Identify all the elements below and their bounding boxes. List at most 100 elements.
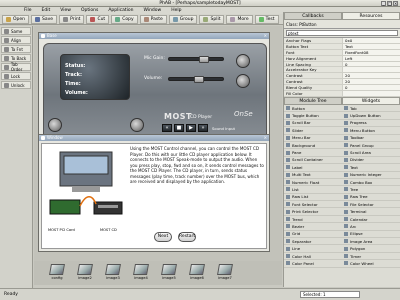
volume-slider[interactable] bbox=[168, 76, 224, 83]
widget-item[interactable]: Bezier bbox=[284, 223, 342, 231]
widget-item[interactable]: Numeric Float bbox=[284, 179, 342, 187]
widget-item[interactable]: Menu Bar bbox=[284, 135, 342, 142]
more-button[interactable]: More bbox=[226, 15, 253, 24]
print-button[interactable]: Print bbox=[59, 15, 85, 24]
menu-help[interactable]: Help bbox=[171, 7, 181, 14]
widget-item[interactable]: Label bbox=[284, 164, 342, 172]
property-value[interactable]: Left bbox=[342, 55, 400, 61]
menu-application[interactable]: Application bbox=[108, 7, 133, 14]
group-button[interactable]: Group bbox=[168, 15, 198, 24]
tab-callbacks[interactable]: Callbacks bbox=[284, 12, 342, 20]
widget-item[interactable]: Text bbox=[342, 164, 400, 172]
open-button[interactable]: Open bbox=[2, 15, 30, 24]
widget-item[interactable]: Raw Tree bbox=[342, 194, 400, 202]
tab-resources[interactable]: Resources bbox=[342, 12, 400, 20]
palette-tab-order[interactable]: Tab Order bbox=[1, 62, 31, 72]
info-close-icon[interactable]: × bbox=[264, 135, 267, 141]
next-button[interactable]: Next bbox=[154, 232, 172, 242]
widget-item[interactable]: Ellipse bbox=[342, 231, 400, 239]
forward-button[interactable]: » bbox=[198, 124, 208, 132]
widget-item[interactable]: Toolbar bbox=[342, 135, 400, 142]
widget-item[interactable]: Terminal bbox=[342, 208, 400, 216]
rewind-button[interactable]: « bbox=[162, 124, 172, 132]
volume-thumb[interactable] bbox=[193, 76, 204, 83]
widget-item[interactable]: File Selector bbox=[342, 201, 400, 209]
close-icon[interactable]: × bbox=[393, 1, 398, 6]
palette-to-back[interactable]: To Back bbox=[1, 54, 31, 62]
widget-item[interactable]: Trend bbox=[284, 216, 342, 224]
test-button[interactable]: Test bbox=[254, 15, 279, 24]
property-value[interactable]: 0 bbox=[342, 61, 400, 67]
split-button[interactable]: Split bbox=[199, 15, 225, 24]
widget-item[interactable]: Numeric Integer bbox=[342, 172, 400, 179]
module-icon[interactable]: image6 bbox=[186, 264, 208, 282]
widget-item[interactable]: Button bbox=[284, 105, 342, 113]
widget-item[interactable]: Progress bbox=[342, 120, 400, 128]
menu-window[interactable]: Window bbox=[143, 7, 161, 14]
widget-item[interactable]: Print Selector bbox=[284, 208, 342, 216]
widget-item[interactable]: Polygon bbox=[342, 245, 400, 253]
module-icon[interactable]: image2 bbox=[74, 264, 96, 282]
widget-item[interactable]: Combo Box bbox=[342, 179, 400, 187]
widget-item[interactable]: Panel Group bbox=[342, 142, 400, 150]
menu-edit[interactable]: Edit bbox=[42, 7, 51, 14]
mic-gain-thumb[interactable] bbox=[199, 56, 210, 63]
widget-item[interactable]: Tree bbox=[342, 186, 400, 194]
widget-item[interactable]: Line bbox=[284, 245, 342, 253]
widget-item[interactable]: Multi Text bbox=[284, 172, 342, 179]
left-knob[interactable] bbox=[48, 118, 62, 132]
widget-item[interactable]: Arc bbox=[342, 223, 400, 231]
widget-item[interactable]: Background bbox=[284, 142, 342, 150]
widget-item[interactable]: Grid bbox=[284, 231, 342, 239]
info-window[interactable]: Window × MOST PCI Card MOST CD Using the… bbox=[38, 134, 270, 252]
module-icon[interactable]: image4 bbox=[130, 264, 152, 282]
window-menu-icon[interactable] bbox=[41, 136, 45, 140]
widget-item[interactable]: Divider bbox=[342, 157, 400, 165]
property-value[interactable]: 0x0 bbox=[342, 38, 400, 43]
property-value[interactable]: FixedFont08 bbox=[342, 49, 400, 55]
widget-item[interactable]: Timer bbox=[342, 253, 400, 261]
menu-options[interactable]: Options bbox=[81, 7, 98, 14]
mic-gain-knob[interactable] bbox=[236, 54, 250, 68]
widget-item[interactable]: List bbox=[284, 186, 342, 194]
widget-item[interactable]: Scroll Bar bbox=[284, 120, 342, 128]
widget-item[interactable]: UpDown Button bbox=[342, 112, 400, 120]
module-icon[interactable]: config bbox=[46, 264, 68, 282]
mic-gain-slider[interactable] bbox=[168, 56, 224, 63]
widget-name-input[interactable]: ptext bbox=[286, 30, 398, 36]
widget-item[interactable]: Slider bbox=[284, 127, 342, 135]
widget-item[interactable]: Scroll Container bbox=[284, 157, 342, 165]
palette-to-front[interactable]: Ta Fnt bbox=[1, 45, 31, 53]
widget-item[interactable]: Font Selector bbox=[284, 201, 342, 209]
menu-view[interactable]: View bbox=[60, 7, 71, 14]
volume-knob[interactable] bbox=[236, 74, 250, 88]
property-value[interactable] bbox=[342, 67, 400, 73]
play-button[interactable]: ▶ bbox=[186, 124, 196, 132]
right-knob[interactable] bbox=[130, 118, 144, 132]
widget-item[interactable]: Scroll Area bbox=[342, 149, 400, 157]
palette-unlock[interactable]: Unlock bbox=[1, 81, 31, 89]
paste-button[interactable]: Paste bbox=[139, 15, 167, 24]
cut-button[interactable]: Cut bbox=[86, 15, 110, 24]
player-close-icon[interactable]: × bbox=[264, 33, 267, 39]
minimize-icon[interactable]: _ bbox=[381, 1, 386, 6]
widget-item[interactable]: Toggle Button bbox=[284, 112, 342, 120]
module-icon[interactable]: image3 bbox=[102, 264, 124, 282]
property-value[interactable]: 20 bbox=[342, 73, 400, 78]
widget-item[interactable]: Image Area bbox=[342, 238, 400, 246]
module-icon[interactable]: image7 bbox=[214, 264, 236, 282]
stop-button[interactable]: ■ bbox=[174, 124, 184, 132]
save-button[interactable]: Save bbox=[31, 15, 58, 24]
widget-item[interactable]: Pane bbox=[284, 149, 342, 157]
widget-item[interactable]: Calendar bbox=[342, 216, 400, 224]
property-value[interactable] bbox=[342, 91, 400, 96]
tab-widgets[interactable]: Widgets bbox=[342, 97, 400, 105]
widget-item[interactable]: Color Hall bbox=[284, 253, 342, 261]
module-icon[interactable]: image5 bbox=[158, 264, 180, 282]
property-value[interactable]: 20 bbox=[342, 79, 400, 84]
tab-module-tree[interactable]: Module Tree bbox=[284, 97, 342, 105]
copy-button[interactable]: Copy bbox=[111, 15, 138, 24]
widget-item[interactable]: Raw List bbox=[284, 194, 342, 202]
restart-button[interactable]: Restart bbox=[178, 232, 196, 242]
property-value[interactable]: 0 bbox=[342, 85, 400, 90]
